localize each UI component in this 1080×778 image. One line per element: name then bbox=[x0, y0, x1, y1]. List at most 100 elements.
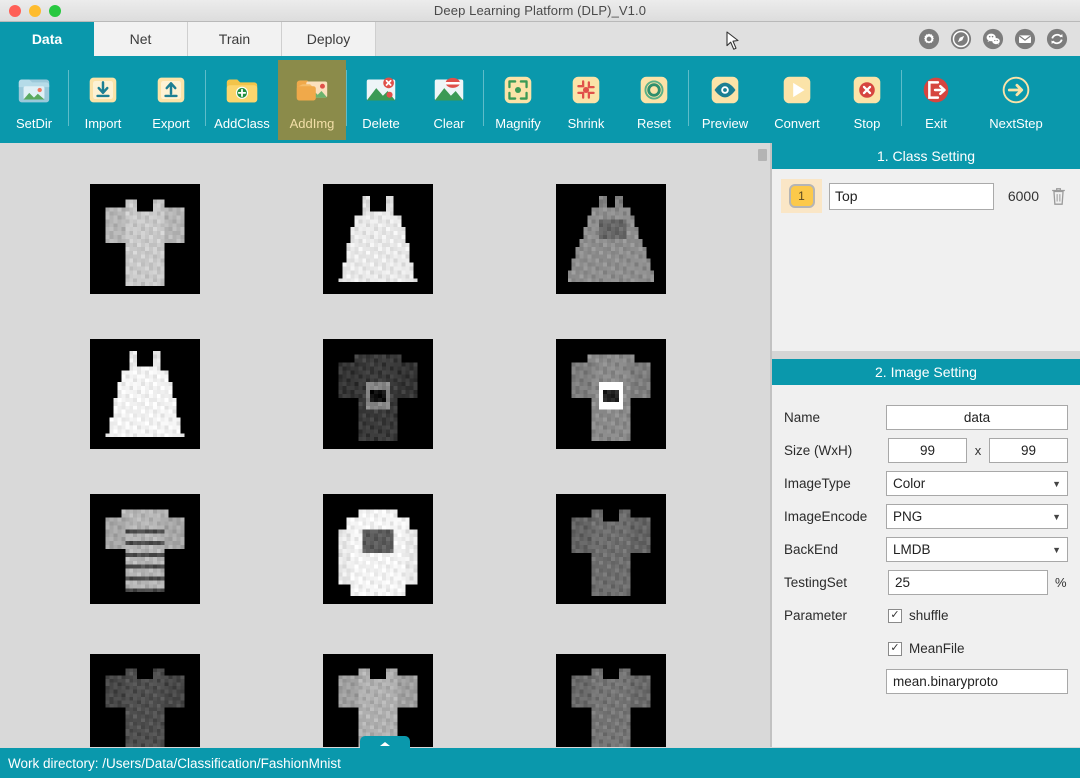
size-width-input[interactable]: 99 bbox=[888, 438, 967, 463]
toolbar-label-reset: Reset bbox=[637, 116, 671, 131]
form-row-meanfile: ✓ MeanFile bbox=[784, 632, 1068, 665]
class-index-badge-wrap[interactable]: 1 bbox=[781, 179, 822, 213]
size-height-input[interactable]: 99 bbox=[989, 438, 1068, 463]
meanfile-checkbox[interactable]: ✓ bbox=[888, 641, 902, 656]
form-row-name: Name data bbox=[784, 401, 1068, 434]
top-wide-neck[interactable] bbox=[555, 653, 666, 747]
dress-medium-gray[interactable] bbox=[555, 183, 666, 294]
imageencode-select[interactable]: PNG ▼ bbox=[886, 504, 1068, 529]
thumbnail-cell[interactable] bbox=[261, 316, 494, 471]
testingset-label: TestingSet bbox=[784, 575, 848, 590]
backend-value: LMDB bbox=[893, 542, 931, 557]
image-delete-icon bbox=[366, 77, 396, 101]
toolbar-button-stop[interactable]: Stop bbox=[833, 60, 901, 140]
tank-top-white[interactable] bbox=[322, 183, 433, 294]
hoodie-white[interactable] bbox=[322, 493, 433, 604]
exit-icon bbox=[923, 77, 949, 103]
thumbnail-cell[interactable] bbox=[28, 626, 261, 747]
toolbar-label-delete: Delete bbox=[362, 116, 400, 131]
tshirt-dark-gray[interactable] bbox=[89, 653, 200, 747]
thumbnail-grid bbox=[0, 143, 770, 747]
toolbar-button-exit[interactable]: Exit bbox=[902, 60, 970, 140]
toolbar-button-setdir[interactable]: SetDir bbox=[0, 60, 68, 140]
thumbnail-cell[interactable] bbox=[28, 316, 261, 471]
parameter-label: Parameter bbox=[784, 608, 848, 623]
tab-data[interactable]: Data bbox=[0, 22, 94, 56]
main-tab-bar: Data Net Train Deploy bbox=[0, 22, 1080, 56]
tab-train[interactable]: Train bbox=[188, 22, 282, 56]
toolbar-label-clear: Clear bbox=[433, 116, 465, 131]
name-label: Name bbox=[784, 410, 821, 425]
form-row-size: Size (WxH) 99 x 99 bbox=[784, 434, 1068, 467]
toolbar-button-reset[interactable]: Reset bbox=[620, 60, 688, 140]
toolbar-button-magnify[interactable]: Magnify bbox=[484, 60, 552, 140]
thumbnail-cell[interactable] bbox=[261, 626, 494, 747]
toolbar-button-addimg[interactable]: AddImg bbox=[278, 60, 346, 140]
toolbar-button-import[interactable]: Import bbox=[69, 60, 137, 140]
tshirt-mid-gray[interactable] bbox=[555, 493, 666, 604]
toolbar-button-addclass[interactable]: AddClass bbox=[206, 60, 278, 140]
gear-icon[interactable] bbox=[918, 28, 940, 50]
tshirt-dark-print[interactable] bbox=[322, 338, 433, 449]
refresh-icon[interactable] bbox=[1046, 28, 1068, 50]
toolbar-button-clear[interactable]: Clear bbox=[415, 60, 483, 140]
thumbnail-cell[interactable] bbox=[494, 161, 727, 316]
compass-icon[interactable] bbox=[950, 28, 972, 50]
toolbar-button-preview[interactable]: Preview bbox=[689, 60, 761, 140]
toolbar-button-nextstep[interactable]: NextStep bbox=[980, 60, 1052, 140]
thumbnail-cell[interactable] bbox=[28, 161, 261, 316]
image-gallery-canvas[interactable] bbox=[0, 143, 770, 747]
trash-icon bbox=[1052, 188, 1065, 205]
thumbnail-cell[interactable] bbox=[261, 161, 494, 316]
tab-train-label: Train bbox=[218, 31, 251, 47]
imagetype-label: ImageType bbox=[784, 476, 851, 491]
size-separator: x bbox=[974, 443, 982, 458]
tank-top-bright[interactable] bbox=[89, 338, 200, 449]
title-bar: Deep Learning Platform (DLP)_V1.0 bbox=[0, 0, 1080, 22]
testingset-input[interactable]: 25 bbox=[888, 570, 1048, 595]
right-settings-panel: 1. Class Setting 1 Top 6000 2. Image Set… bbox=[772, 143, 1080, 747]
mail-icon[interactable] bbox=[1014, 28, 1036, 50]
tab-data-label: Data bbox=[31, 31, 63, 47]
chevron-down-icon: ▼ bbox=[1052, 511, 1061, 522]
meanfile-input[interactable]: mean.binaryproto bbox=[886, 669, 1068, 694]
shuffle-checkbox-row[interactable]: ✓ shuffle bbox=[888, 608, 949, 623]
stop-x-icon bbox=[853, 76, 881, 104]
thumbnail-cell[interactable] bbox=[261, 471, 494, 626]
toolbar-button-delete[interactable]: Delete bbox=[347, 60, 415, 140]
thumbnail-cell[interactable] bbox=[494, 626, 727, 747]
thumbnail-cell[interactable] bbox=[494, 471, 727, 626]
polo-light-gray[interactable] bbox=[322, 653, 433, 747]
class-setting-body: 1 Top 6000 bbox=[772, 169, 1080, 351]
percent-label: % bbox=[1055, 575, 1067, 590]
panel-pull-tab[interactable] bbox=[360, 736, 410, 752]
toolbar-button-export[interactable]: Export bbox=[137, 60, 205, 140]
folder-picture-icon bbox=[296, 80, 328, 101]
application-window: Deep Learning Platform (DLP)_V1.0 Data N… bbox=[0, 0, 1080, 778]
folder-image-icon bbox=[18, 79, 50, 103]
tab-deploy[interactable]: Deploy bbox=[282, 22, 376, 56]
tshirt-striped[interactable] bbox=[89, 493, 200, 604]
name-input[interactable]: data bbox=[886, 405, 1068, 430]
shuffle-checkbox[interactable]: ✓ bbox=[888, 608, 902, 623]
thumbnail-cell[interactable] bbox=[28, 471, 261, 626]
status-bar-text: Work directory: /Users/Data/Classificati… bbox=[8, 755, 341, 771]
toolbar-button-shrink[interactable]: Shrink bbox=[552, 60, 620, 140]
class-delete-button[interactable] bbox=[1046, 184, 1071, 209]
toolbar-label-preview: Preview bbox=[701, 116, 749, 131]
wechat-icon[interactable] bbox=[982, 28, 1004, 50]
imagetype-select[interactable]: Color ▼ bbox=[886, 471, 1068, 496]
backend-select[interactable]: LMDB ▼ bbox=[886, 537, 1068, 562]
meanfile-checkbox-row[interactable]: ✓ MeanFile bbox=[888, 641, 965, 656]
toolbar-button-convert[interactable]: Convert bbox=[761, 60, 833, 140]
tab-net[interactable]: Net bbox=[94, 22, 188, 56]
tshirt-light-gray[interactable] bbox=[89, 183, 200, 294]
toolbar-label-addimg: AddImg bbox=[289, 116, 335, 131]
thumbnail-cell[interactable] bbox=[494, 316, 727, 471]
tshirt-gray-print[interactable] bbox=[555, 338, 666, 449]
class-name-input[interactable]: Top bbox=[829, 182, 994, 210]
vertical-scrollbar[interactable] bbox=[758, 149, 767, 161]
panel-divider bbox=[772, 351, 1080, 359]
toolbar-label-nextstep: NextStep bbox=[989, 116, 1043, 131]
form-row-meanfile-value: mean.binaryproto bbox=[784, 665, 1068, 698]
